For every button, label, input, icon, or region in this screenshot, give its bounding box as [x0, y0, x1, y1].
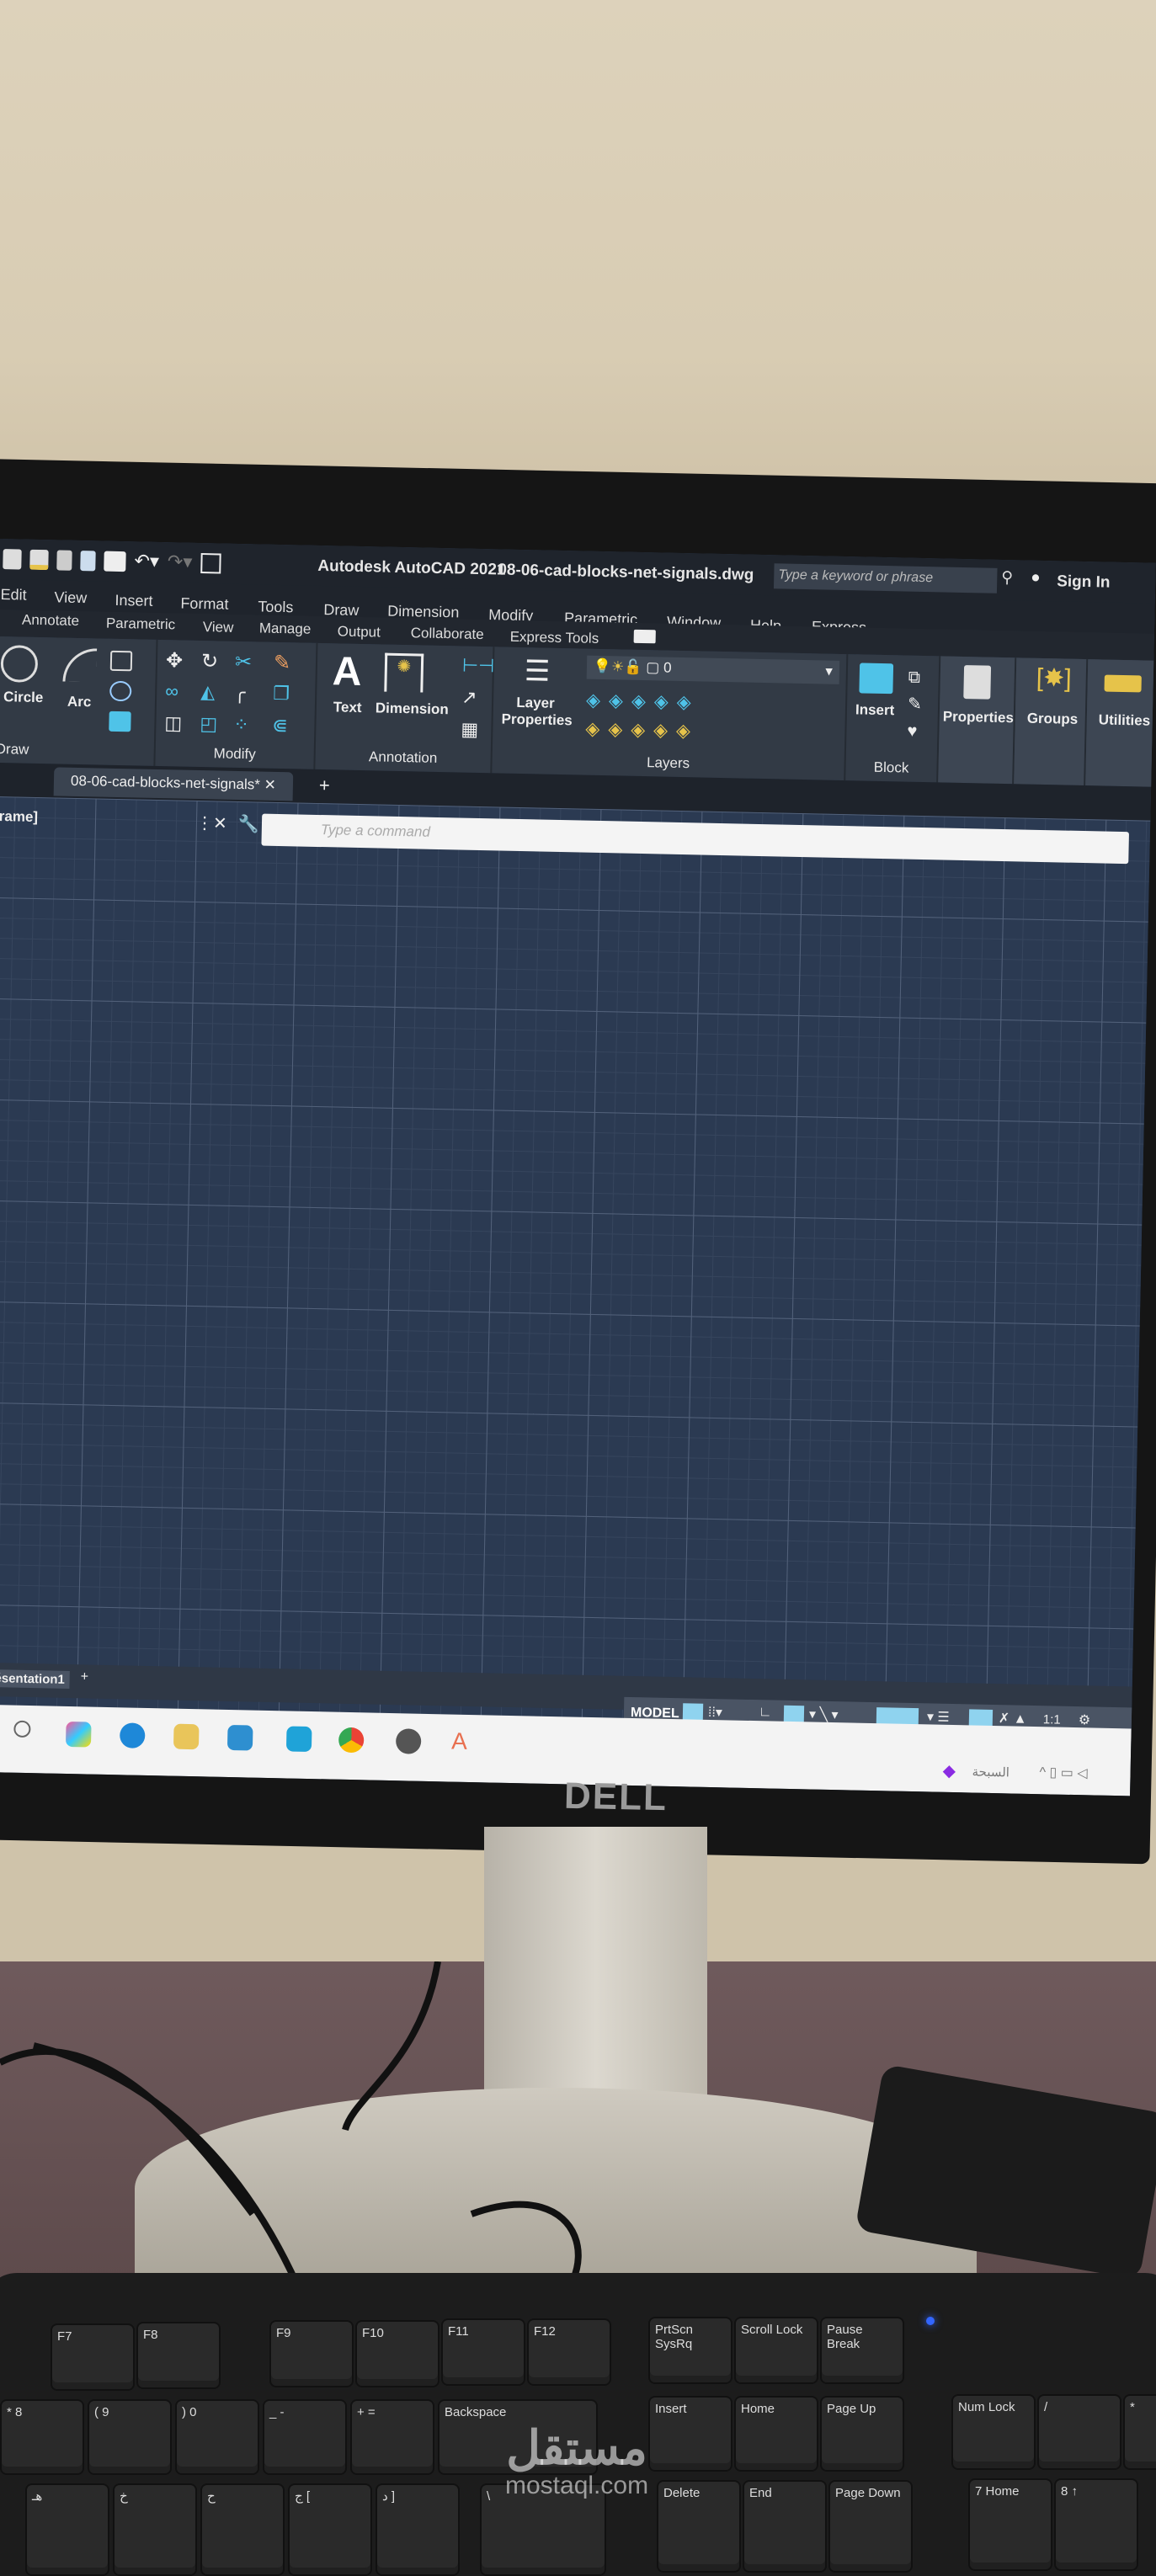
cad-drawing-layer — [0, 539, 1156, 1796]
key-end: End — [743, 2480, 827, 2573]
key-scroll-lock: Scroll Lock — [734, 2317, 818, 2384]
key-delete: Delete — [657, 2480, 741, 2573]
key-f11: F11 — [441, 2318, 525, 2386]
key-arabic-ha: هـ — [25, 2483, 109, 2576]
key-f12: F12 — [527, 2318, 611, 2386]
key-f7: F7 — [51, 2323, 135, 2391]
key-prtscn: PrtScn SysRq — [648, 2317, 732, 2384]
key-page-up: Page Up — [820, 2396, 904, 2472]
keyboard-led — [926, 2317, 935, 2325]
key-f10: F10 — [355, 2320, 439, 2387]
key-numpad-multiply: * — [1123, 2394, 1156, 2470]
key-home: Home — [734, 2396, 818, 2472]
autocad-window: ↶▾ ↷▾ Autodesk AutoCAD 2021 08-06-cad-bl… — [0, 539, 1156, 1796]
key-minus: _ - — [263, 2399, 347, 2475]
key-arabic-hha: ح — [200, 2483, 285, 2576]
key-close-bracket: د ] — [376, 2483, 460, 2576]
key-numpad-8: 8 ↑ — [1054, 2478, 1138, 2571]
key-num-lock: Num Lock — [951, 2394, 1036, 2470]
key-f8: F8 — [136, 2322, 221, 2389]
key-equals: + = — [350, 2399, 434, 2475]
key-arabic-kha: خ — [113, 2483, 197, 2576]
watermark-latin: mostaql.com — [505, 2472, 649, 2499]
key-page-down: Page Down — [828, 2480, 913, 2573]
key-f9: F9 — [269, 2320, 354, 2387]
key-9: ( 9 — [88, 2399, 172, 2475]
key-open-bracket: ج [ — [288, 2483, 372, 2576]
key-8: * 8 — [0, 2399, 84, 2475]
key-pause: Pause Break — [820, 2317, 904, 2384]
cables — [0, 1961, 582, 2315]
key-numpad-divide: / — [1037, 2394, 1121, 2470]
mostaql-watermark: مستقل mostaql.com — [505, 2424, 648, 2500]
key-insert: Insert — [648, 2396, 732, 2472]
wall-background — [0, 0, 1156, 505]
watermark-arabic: مستقل — [506, 2421, 647, 2474]
key-numpad-7: 7 Home — [968, 2478, 1052, 2571]
key-0: ) 0 — [175, 2399, 259, 2475]
dell-logo: DELL — [563, 1775, 669, 1819]
